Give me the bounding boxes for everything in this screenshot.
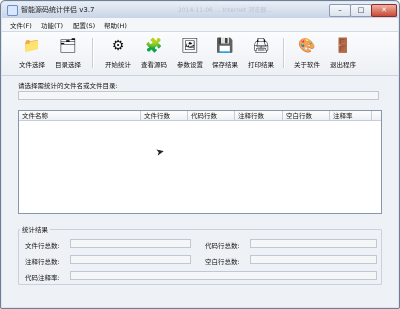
- column-blank-lines[interactable]: 空白行数: [283, 111, 330, 121]
- start-count-button[interactable]: ⚙ 开始统计: [98, 35, 138, 71]
- blank-total-label: 空白行总数:: [205, 258, 240, 266]
- app-window: 智能源码统计伴侣 v3.7 2014-11-06 ... Internet 浏览…: [0, 0, 400, 309]
- file-list[interactable]: 文件名称 文件行数 代码行数 注释行数 空白行数 注释率: [18, 110, 382, 214]
- title-bar: 智能源码统计伴侣 v3.7 2014-11-06 ... Internet 浏览…: [2, 2, 398, 19]
- directory-select-button[interactable]: 🗂 目录选择: [48, 35, 88, 71]
- source-icon: 🧩: [145, 38, 163, 54]
- exit-button[interactable]: 🚪 退出程序: [323, 35, 363, 71]
- code-comment-rate-label: 代码注释率:: [25, 274, 60, 282]
- stats-title: 统计结果: [20, 224, 50, 234]
- menu-settings[interactable]: 配置(S): [73, 20, 95, 30]
- maximize-button[interactable]: □: [350, 4, 372, 17]
- menu-function[interactable]: 功能(T): [41, 20, 63, 30]
- window-title: 智能源码统计伴侣 v3.7: [21, 6, 95, 14]
- printer-icon: 🖨: [252, 38, 270, 54]
- view-source-button[interactable]: 🧩 查看源码: [134, 35, 174, 71]
- column-code-lines[interactable]: 代码行数: [188, 111, 235, 121]
- column-comment-lines[interactable]: 注释行数: [235, 111, 283, 121]
- app-icon: [7, 5, 18, 16]
- print-result-button[interactable]: 🖨 打印结果: [241, 35, 281, 71]
- code-comment-rate-value: [70, 271, 377, 280]
- folder-icon: 📁: [23, 38, 41, 54]
- file-select-button[interactable]: 📁 文件选择: [12, 35, 52, 71]
- save-result-button[interactable]: 💾 保存结果: [205, 35, 245, 71]
- comment-total-label: 注释行总数:: [25, 258, 60, 266]
- window-bottom-space: [2, 290, 398, 306]
- comment-total-value: [70, 255, 191, 264]
- settings-image-icon: 🖼: [181, 38, 199, 54]
- save-icon: 💾: [216, 38, 234, 54]
- file-total-label: 文件行总数:: [25, 242, 60, 250]
- selection-prompt: 请选择需统计的文件名或文件目录:: [18, 82, 118, 90]
- menu-help[interactable]: 帮助(H): [104, 20, 127, 30]
- toolbar-separator: [283, 38, 284, 68]
- about-icon: 🎨: [298, 38, 316, 54]
- minimize-button[interactable]: –: [329, 4, 351, 17]
- gear-icon: ⚙: [111, 38, 125, 54]
- menu-bar: 文件(F) 功能(T) 配置(S) 帮助(H): [2, 18, 398, 32]
- blank-total-value: [250, 255, 377, 264]
- menu-file[interactable]: 文件(F): [10, 20, 32, 30]
- column-file-name[interactable]: 文件名称: [19, 111, 141, 121]
- code-total-value: [250, 239, 377, 248]
- background-window-text: 2014-11-06 ... Internet 浏览器...: [178, 7, 272, 14]
- toolbar-separator: [92, 38, 93, 68]
- file-total-value: [70, 239, 191, 248]
- column-file-lines[interactable]: 文件行数: [141, 111, 188, 121]
- column-filler: [372, 111, 381, 121]
- path-field[interactable]: [18, 91, 379, 100]
- parameter-settings-button[interactable]: 🖼 参数设置: [170, 35, 210, 71]
- code-total-label: 代码行总数:: [205, 242, 240, 250]
- directory-icon: 🗂: [59, 38, 77, 54]
- about-button[interactable]: 🎨 关于软件: [287, 35, 327, 71]
- toolbar: 📁 文件选择 🗂 目录选择 ⚙ 开始统计 🧩 查看源码 🖼 参数设置 💾 保存结果 🖨 打印结…: [2, 32, 398, 76]
- exit-icon: 🚪: [334, 38, 352, 54]
- column-comment-rate[interactable]: 注释率: [330, 111, 372, 121]
- close-button[interactable]: ✕: [371, 4, 397, 17]
